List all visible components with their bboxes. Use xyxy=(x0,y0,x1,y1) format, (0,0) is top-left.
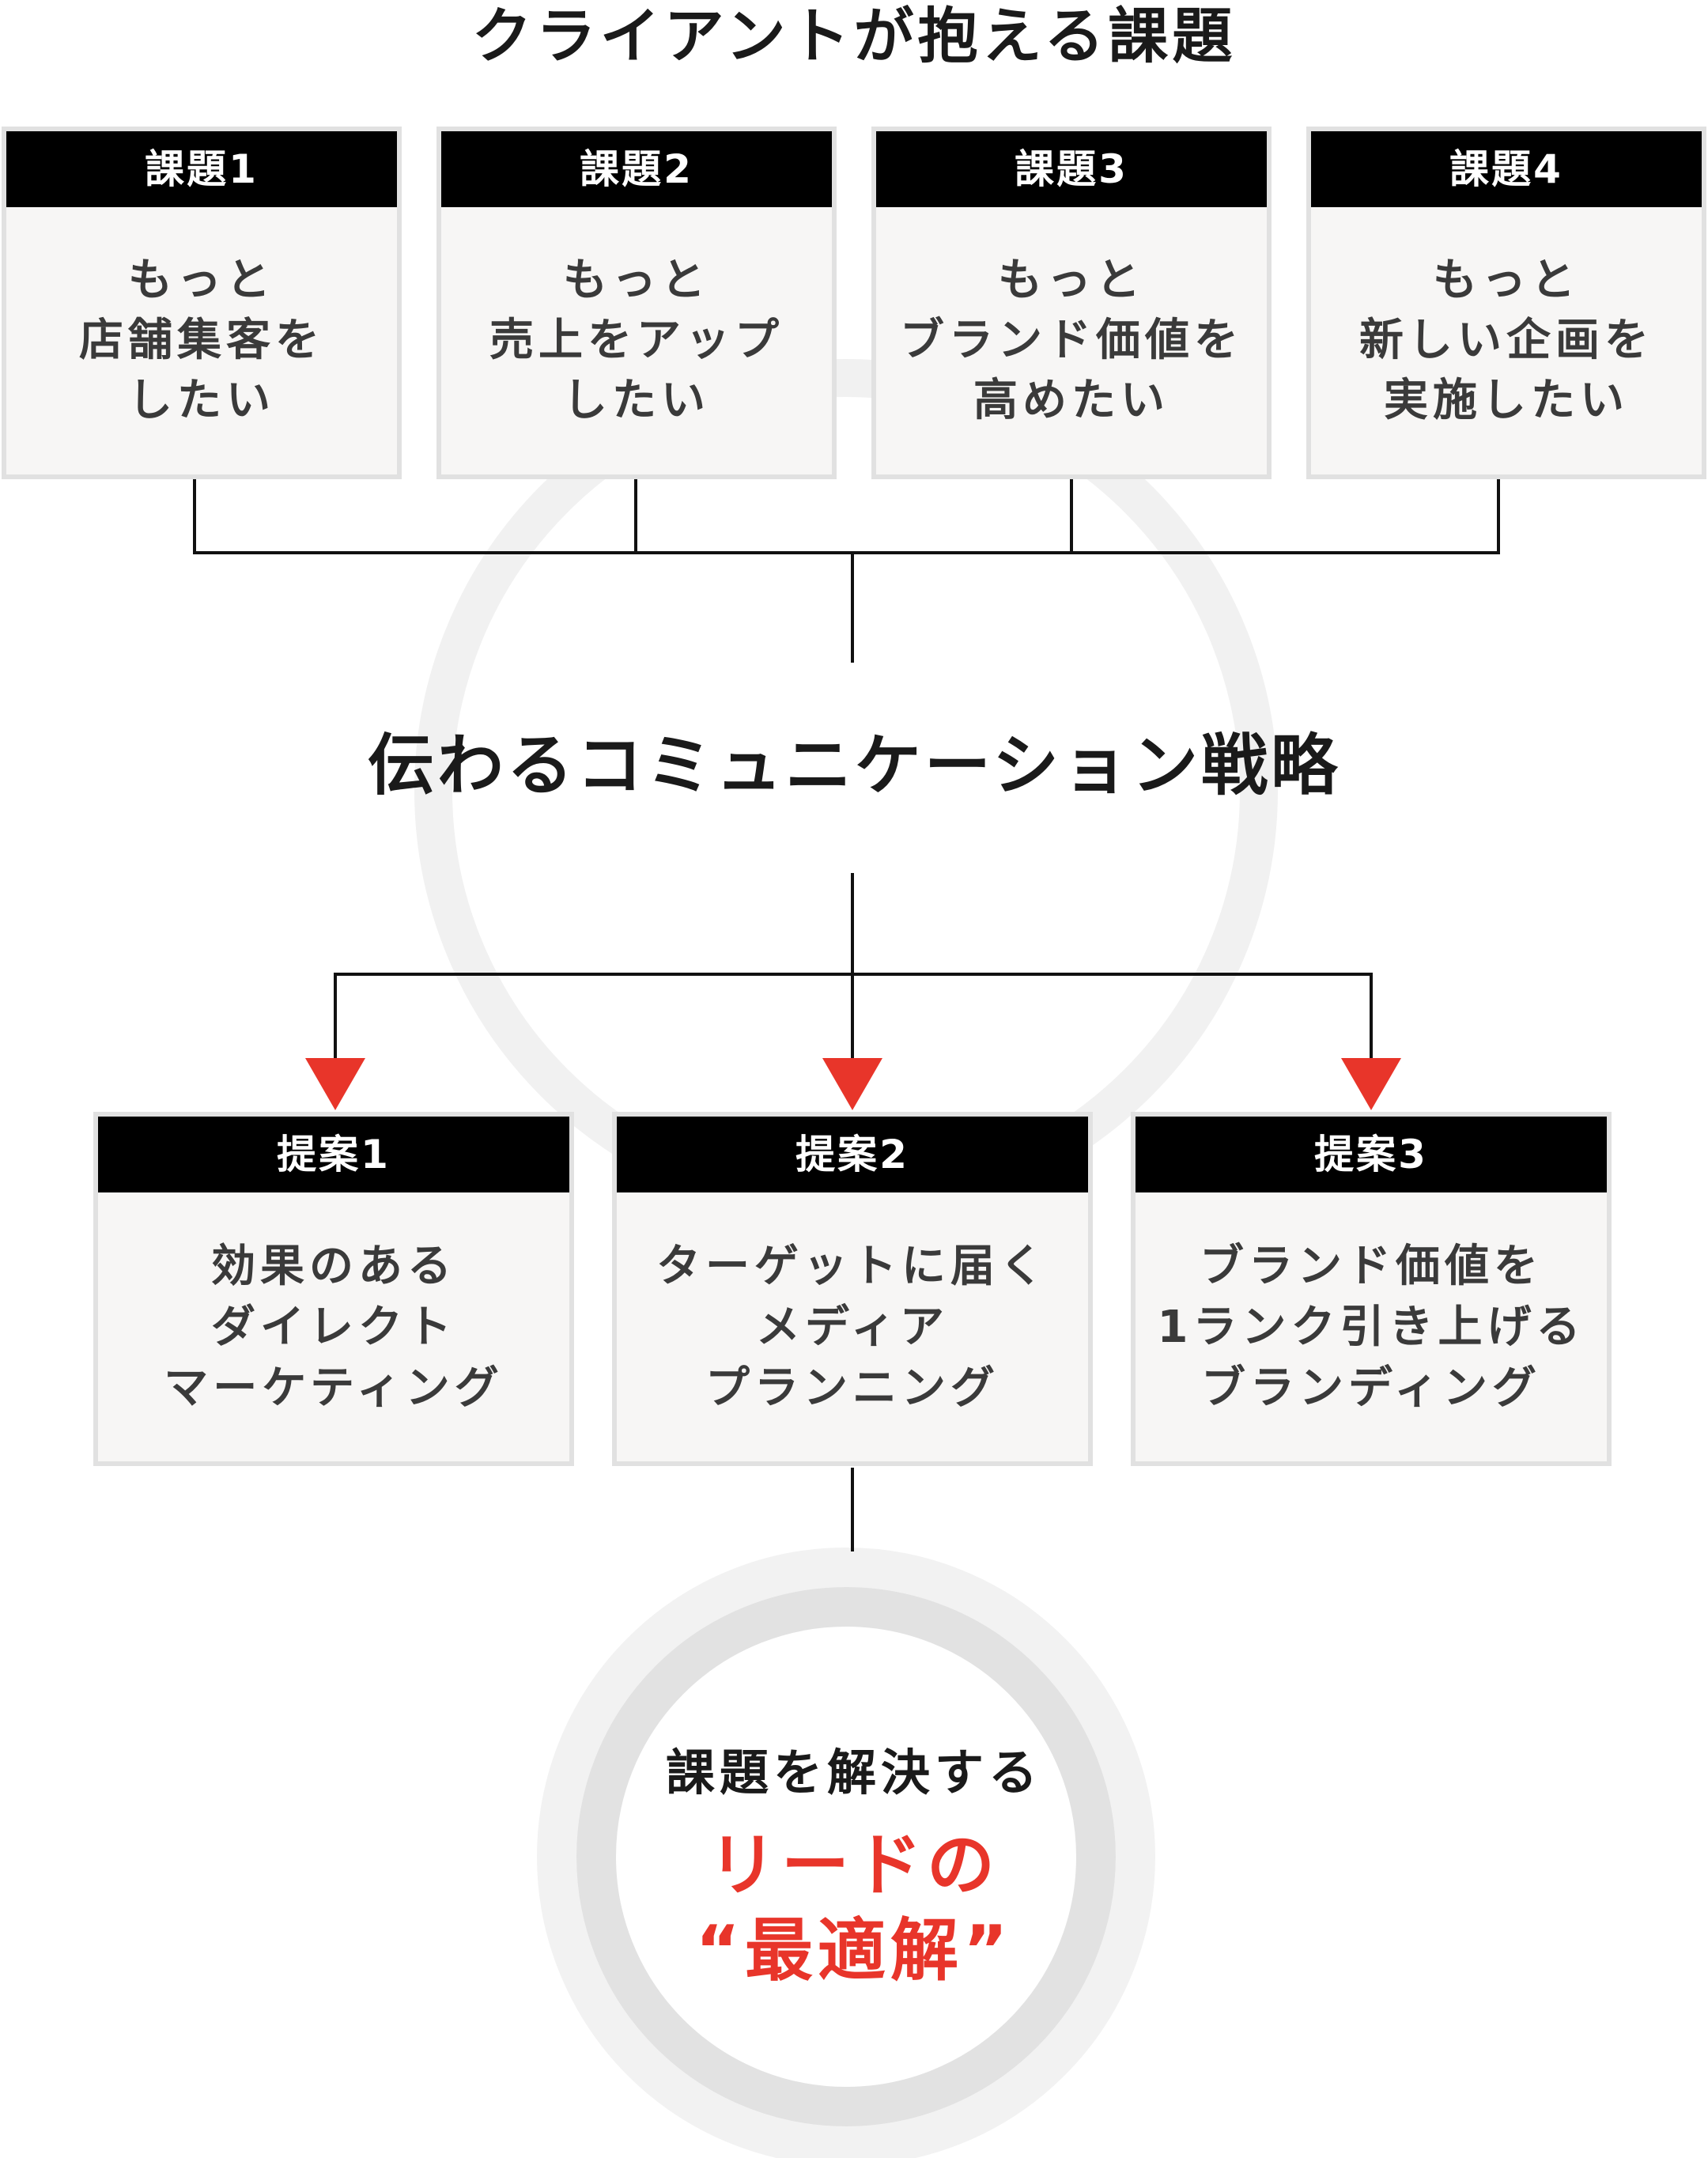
proposal-card-body: ブランド価値を 1ランク引き上げる ブランディング xyxy=(1136,1192,1607,1461)
arrow-to-proposal-1 xyxy=(305,1058,365,1110)
result-headline-line-1: リードの xyxy=(709,1826,999,1905)
issue-card-3: 課題3 もっと ブランド価値を 高めたい xyxy=(871,127,1272,479)
issue-card-header: 課題4 xyxy=(1311,131,1702,207)
strategy-title: 伝わるコミュニケーション戦略 xyxy=(367,727,1341,804)
issue-card-line: 新しい企画を xyxy=(1359,315,1653,366)
issue-connectors xyxy=(193,479,1500,663)
issue-card-line: もっと xyxy=(563,255,710,306)
issue-card-line: もっと xyxy=(128,255,275,306)
issue-card-line: 高めたい xyxy=(973,375,1170,426)
issue-card-header: 課題1 xyxy=(6,131,397,207)
issue-card-line: 売上をアップ xyxy=(489,315,784,366)
issue-card-body: もっと 売上をアップ したい xyxy=(441,207,832,474)
proposal-card-line: ダイレクト xyxy=(211,1301,456,1353)
issue-card-line: 実施したい xyxy=(1384,375,1629,426)
issue-card-1: 課題1 もっと 店舗集客を したい xyxy=(2,127,402,479)
proposal-card-line: 1ランク引き上げる xyxy=(1157,1301,1585,1353)
proposal-card-line: ブランディング xyxy=(1200,1362,1542,1414)
issue-card-line: もっと xyxy=(1433,255,1580,306)
issue-card-line: したい xyxy=(563,375,710,426)
arrow-to-proposal-2 xyxy=(822,1058,882,1110)
proposal-card-line: メディア xyxy=(755,1301,950,1353)
issue-card-header: 課題3 xyxy=(876,131,1267,207)
proposal-card-body: ターゲットに届く メディア プランニング xyxy=(617,1192,1088,1461)
proposal-card-body: 効果のある ダイレクト マーケティング xyxy=(98,1192,569,1461)
issue-card-4: 課題4 もっと 新しい企画を 実施したい xyxy=(1306,127,1706,479)
issue-card-line: もっと xyxy=(998,255,1145,306)
proposal-card-header: 提案3 xyxy=(1136,1117,1607,1192)
issue-card-body: もっと ブランド価値を 高めたい xyxy=(876,207,1267,474)
issue-card-line: したい xyxy=(128,375,275,426)
issue-card-header: 課題2 xyxy=(441,131,832,207)
issue-card-body: もっと 新しい企画を 実施したい xyxy=(1311,207,1702,474)
proposal-card-header: 提案1 xyxy=(98,1117,569,1192)
proposal-card-line: 効果のある xyxy=(211,1240,456,1292)
issue-card-line: 店舗集客を xyxy=(79,315,324,366)
proposal-card-line: ブランド価値を xyxy=(1200,1240,1543,1292)
proposal-card-1: 提案1 効果のある ダイレクト マーケティング xyxy=(93,1112,574,1466)
arrow-to-proposal-3 xyxy=(1341,1058,1401,1110)
diagram-title: クライアントが抱える課題 xyxy=(471,1,1237,71)
proposal-card-2: 提案2 ターゲットに届く メディア プランニング xyxy=(612,1112,1093,1466)
proposal-card-line: プランニング xyxy=(705,1362,999,1414)
result-headline-line-2: “最適解” xyxy=(695,1911,1013,1990)
issue-card-body: もっと 店舗集客を したい xyxy=(6,207,397,474)
proposal-card-line: ターゲットに届く xyxy=(656,1240,1049,1292)
proposal-card-header: 提案2 xyxy=(617,1117,1088,1192)
result-lead-text: 課題を解決する xyxy=(665,1744,1042,1801)
issue-card-2: 課題2 もっと 売上をアップ したい xyxy=(436,127,837,479)
proposal-card-line: マーケティング xyxy=(164,1362,504,1414)
issue-card-line: ブランド価値を xyxy=(900,315,1243,366)
proposal-card-3: 提案3 ブランド価値を 1ランク引き上げる ブランディング xyxy=(1131,1112,1612,1466)
